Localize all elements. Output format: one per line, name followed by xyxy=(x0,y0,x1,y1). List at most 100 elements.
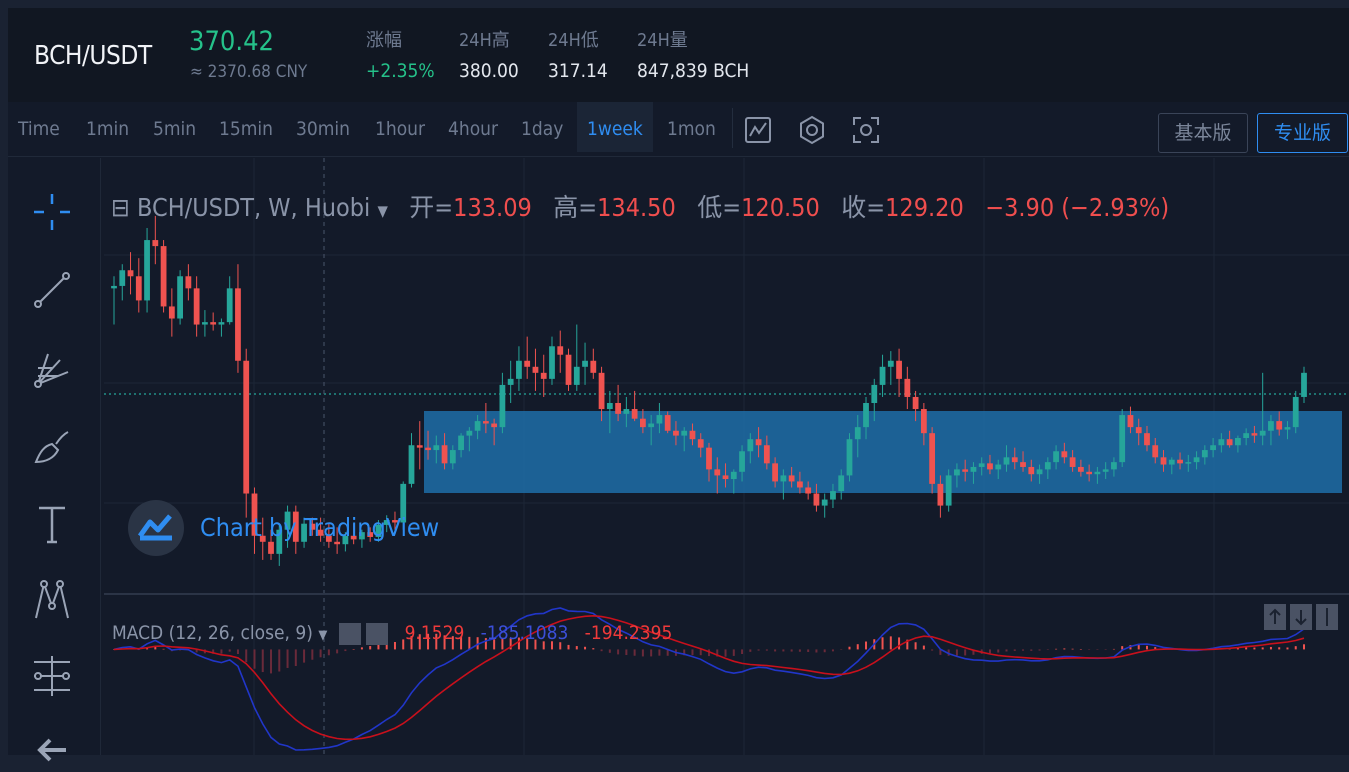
legend-low: 120.50 xyxy=(741,193,820,222)
pattern-icon[interactable] xyxy=(30,578,74,622)
legend-title[interactable]: BCH/USDT, W, Huobi xyxy=(137,193,370,222)
macd-histogram-bar xyxy=(955,649,958,656)
back-arrow-icon[interactable] xyxy=(30,728,74,772)
macd-histogram-bar xyxy=(303,649,306,663)
candle-body xyxy=(846,439,853,476)
candle-body xyxy=(482,421,489,424)
candle xyxy=(945,469,952,512)
legend-close-label: 收= xyxy=(841,193,886,222)
macd-histogram-bar xyxy=(327,649,330,656)
stat-change-label: 涨幅 xyxy=(366,30,402,51)
indicator-icon[interactable] xyxy=(743,115,773,145)
candle-body xyxy=(896,360,902,379)
macd-histogram-bar xyxy=(889,636,892,650)
crosshair-icon[interactable] xyxy=(30,190,74,234)
tf-1min[interactable]: 1min xyxy=(86,102,129,152)
pro-version-button[interactable]: 专业版 xyxy=(1257,113,1348,153)
candle-body xyxy=(598,372,605,410)
stat-volume: 24H量 847,839 BCH xyxy=(637,26,749,82)
candle xyxy=(416,421,423,470)
tf-time[interactable]: Time xyxy=(8,102,82,152)
macd-histogram-bar xyxy=(617,649,620,655)
candle-body xyxy=(623,409,630,414)
candle-body xyxy=(1201,450,1208,458)
candle xyxy=(218,318,225,337)
tf-30min[interactable]: 30min xyxy=(296,102,350,152)
macd-histogram-bar xyxy=(336,649,339,654)
candle-body xyxy=(648,423,655,428)
candle-body xyxy=(573,366,580,385)
trend-line-icon[interactable] xyxy=(30,268,74,312)
macd-histogram-bar xyxy=(1013,649,1016,651)
text-icon[interactable] xyxy=(30,502,74,546)
candle-body xyxy=(1003,457,1010,465)
macd-histogram-bar xyxy=(584,646,587,650)
candle-body xyxy=(838,475,845,492)
macd-histogram-bar xyxy=(699,649,702,656)
candle-body xyxy=(871,384,878,403)
tf-1day[interactable]: 1day xyxy=(521,102,563,152)
macd-dropdown-icon[interactable]: ▼ xyxy=(318,628,327,643)
stat-low-label: 24H低 xyxy=(548,30,599,51)
candle xyxy=(904,366,911,410)
macd-histogram-bar xyxy=(807,649,810,652)
macd-close-icon[interactable] xyxy=(366,622,389,645)
macd-histogram-bar xyxy=(600,649,603,652)
pane-controls[interactable] xyxy=(1264,604,1338,630)
candle-body xyxy=(664,415,671,431)
candle-body xyxy=(516,360,522,379)
macd-histogram-bar xyxy=(1046,649,1049,650)
candle xyxy=(144,228,150,313)
candle-body xyxy=(962,469,969,472)
macd-histogram-bar xyxy=(831,649,834,652)
candle xyxy=(135,258,142,313)
candle xyxy=(516,346,522,391)
macd-histogram-bar xyxy=(1245,647,1248,650)
stat-volume-value: 847,839 BCH xyxy=(637,60,750,82)
settings-icon[interactable] xyxy=(797,115,827,145)
candle xyxy=(507,360,514,403)
macd-label[interactable]: MACD (12, 26, close, 9) xyxy=(112,622,313,644)
macd-histogram-bar xyxy=(815,649,818,653)
brush-icon[interactable] xyxy=(30,424,74,468)
candle xyxy=(499,372,506,434)
macd-settings-icon[interactable] xyxy=(338,622,361,645)
price-chart[interactable] xyxy=(104,158,1349,755)
candle-body xyxy=(177,276,184,319)
macd-histogram-value: 9.1529 xyxy=(404,622,465,644)
candle-body xyxy=(904,378,911,397)
tf-1mon[interactable]: 1mon xyxy=(667,102,716,152)
candle xyxy=(1259,372,1266,446)
macd-histogram-bar xyxy=(1253,647,1256,650)
candle-body xyxy=(830,491,836,500)
candle-body xyxy=(152,240,159,247)
candle-body xyxy=(1044,462,1051,470)
macd-histogram-bar xyxy=(782,649,785,652)
dropdown-icon[interactable]: ▼ xyxy=(377,202,387,220)
stat-low-value: 317.14 xyxy=(548,60,608,82)
tf-4hour[interactable]: 4hour xyxy=(448,102,498,152)
candle-body xyxy=(441,445,448,464)
tf-15min[interactable]: 15min xyxy=(219,102,273,152)
candle xyxy=(235,264,241,373)
macd-histogram-bar xyxy=(765,649,768,651)
tf-1week[interactable]: 1week xyxy=(577,102,653,152)
macd-histogram-bar xyxy=(898,637,901,650)
symbol-label[interactable]: BCH/USDT xyxy=(34,41,152,71)
candle xyxy=(549,336,555,385)
candle-body xyxy=(1160,457,1167,465)
macd-histogram-bar xyxy=(1104,649,1107,650)
tf-1hour[interactable]: 1hour xyxy=(375,102,425,152)
stat-change: 涨幅 +2.35% xyxy=(366,26,435,82)
candle-body xyxy=(491,423,498,428)
measure-icon[interactable] xyxy=(30,654,74,698)
candle-body xyxy=(1119,415,1126,463)
candle-body xyxy=(1226,439,1233,446)
screenshot-icon[interactable] xyxy=(851,115,881,145)
fib-fan-icon[interactable] xyxy=(30,346,74,390)
candle-body xyxy=(772,463,779,482)
candle-body xyxy=(226,288,233,323)
collapse-icon[interactable]: ⊟ xyxy=(111,193,130,222)
tf-5min[interactable]: 5min xyxy=(153,102,196,152)
basic-version-button[interactable]: 基本版 xyxy=(1158,113,1248,153)
